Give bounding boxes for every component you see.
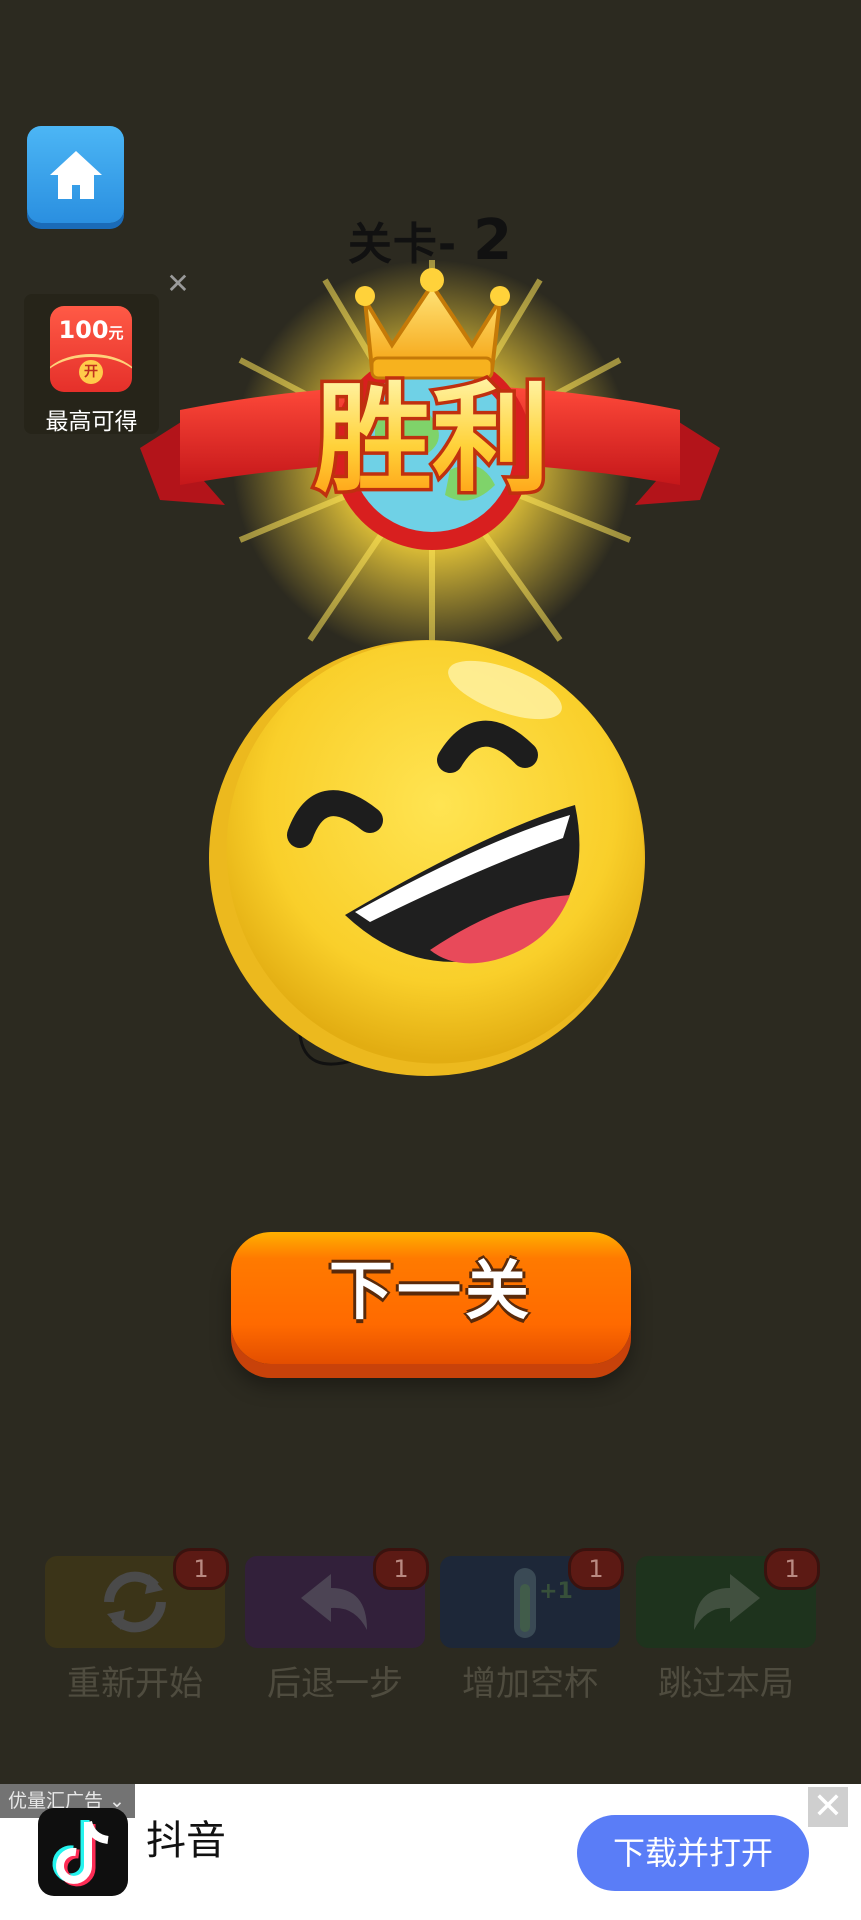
victory-emblem: 胜利: [140, 260, 720, 660]
laughing-face-icon: [209, 640, 645, 1076]
refresh-icon: [104, 1571, 166, 1633]
next-level-label: 下一关: [329, 1255, 533, 1329]
tools-bar: 1 重新开始 1 后退一步 +1 1 增加空杯 1 跳过本局: [0, 1540, 861, 1704]
home-icon: [49, 150, 102, 199]
packet-amount-value: 100: [58, 316, 109, 344]
packet-open-badge: 开: [79, 360, 103, 384]
tool-count-badge: 1: [173, 1548, 229, 1590]
download-open-button[interactable]: 下载并打开: [577, 1815, 809, 1891]
tool-label: 增加空杯: [462, 1664, 598, 1704]
tool-undo[interactable]: 1 后退一步: [245, 1548, 429, 1704]
tool-add-cup[interactable]: +1 1 增加空杯: [440, 1548, 624, 1704]
ad-app-name: 抖音: [146, 1818, 226, 1864]
next-level-button[interactable]: 下一关: [231, 1232, 631, 1364]
victory-text: 胜利: [314, 370, 550, 508]
redo-arrow-icon: [694, 1574, 760, 1630]
tool-count-badge: 1: [764, 1548, 820, 1590]
test-tube-plus-icon: +1: [514, 1568, 573, 1638]
tool-restart[interactable]: 1 重新开始: [45, 1548, 229, 1704]
tool-count-badge: 1: [568, 1548, 624, 1590]
tool-label: 后退一步: [267, 1664, 403, 1704]
tool-label: 重新开始: [67, 1664, 203, 1704]
ad-close-button[interactable]: ✕: [808, 1787, 848, 1827]
undo-arrow-icon: [301, 1574, 367, 1630]
tool-label: 跳过本局: [658, 1664, 794, 1704]
svg-text:+1: +1: [539, 1579, 573, 1604]
tool-count-badge: 1: [373, 1548, 429, 1590]
tool-skip[interactable]: 1 跳过本局: [636, 1548, 820, 1704]
tiktok-logo-icon: [38, 1808, 128, 1896]
game-screen: 关卡- 2 100元 开 最高可得 ✕ 胜利 下一关 1 重新开始 1 后退一步…: [0, 0, 861, 1920]
